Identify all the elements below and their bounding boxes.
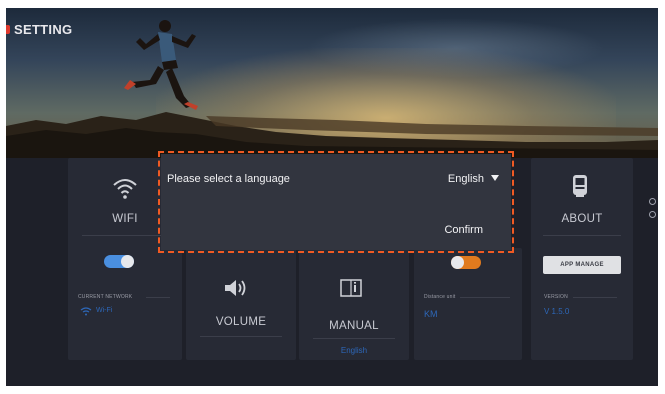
toggle-knob [121, 255, 134, 268]
language-dialog: Please select a language English Confirm [158, 151, 514, 253]
current-network-label: CURRENT NETWORK [78, 294, 133, 300]
manual-book-icon [340, 279, 362, 297]
wifi-small-icon [80, 307, 92, 316]
page-indicator[interactable] [649, 50, 656, 224]
volume-card[interactable]: VOLUME [186, 248, 296, 360]
device-icon [573, 175, 587, 197]
app-manage-button[interactable]: APP MANAGE [543, 256, 621, 274]
wifi-toggle[interactable] [104, 255, 134, 268]
confirm-button[interactable]: Confirm [444, 224, 483, 236]
page-dot[interactable] [649, 211, 656, 218]
language-select[interactable]: English [448, 173, 499, 185]
version-value: V 1.5.0 [544, 307, 570, 316]
selected-language: English [447, 173, 484, 185]
distance-unit-card[interactable]: Distance unit KM [414, 248, 522, 360]
network-value: Wi-Fi [96, 307, 113, 314]
runner-image [6, 20, 658, 158]
divider [146, 297, 170, 298]
divider [543, 235, 621, 236]
dialog-prompt: Please select a language [167, 173, 290, 185]
dropdown-caret-icon [491, 175, 499, 181]
divider [460, 297, 510, 298]
divider [573, 297, 617, 298]
distance-unit-toggle[interactable] [451, 256, 481, 269]
manual-language-value: English [340, 346, 368, 355]
speaker-icon [225, 280, 246, 296]
distance-unit-label: Distance unit [424, 294, 456, 300]
volume-label: VOLUME [215, 316, 267, 328]
page-dot[interactable] [649, 198, 656, 205]
distance-unit-value: KM [424, 309, 438, 319]
manual-label: MANUAL [329, 320, 379, 332]
version-label: VERSION [544, 294, 568, 300]
page-title: SETTING [6, 22, 72, 37]
divider [200, 336, 282, 337]
manual-card[interactable]: MANUAL English [299, 248, 409, 360]
toggle-knob [451, 256, 464, 269]
divider [313, 338, 395, 339]
about-label: ABOUT [561, 213, 603, 225]
settings-screen: SETTING WIFI CURRENT NETWORK Wi-Fi VOLUM… [6, 8, 658, 386]
divider [82, 235, 168, 236]
wifi-icon [113, 179, 137, 199]
hero-banner: SETTING [6, 8, 658, 158]
